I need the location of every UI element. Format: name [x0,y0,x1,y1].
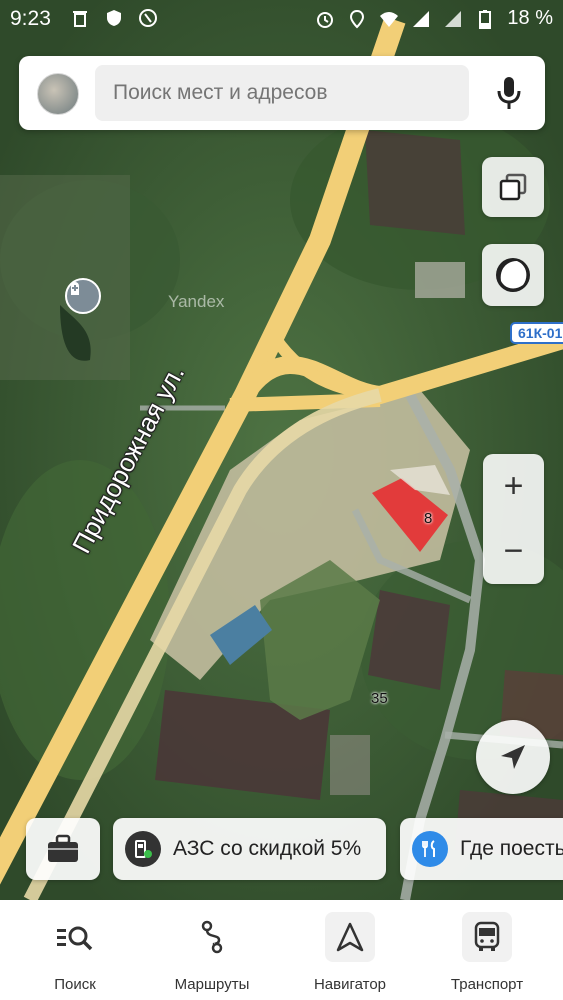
briefcase-icon [48,834,78,862]
wifi-icon [380,11,399,27]
road-number-badge: 61К-01: [510,322,563,344]
tab-label: Транспорт [450,976,524,993]
chip-label: АЗС со скидкой 5% [173,837,362,860]
layers-button[interactable] [482,157,544,217]
shield-icon [107,10,121,26]
gas-station-icon [125,831,161,867]
search-input[interactable] [95,65,469,121]
tab-label: Поиск [54,976,96,993]
chip-where-to-eat[interactable]: Где поесть [400,818,563,880]
signal-icon [445,10,462,27]
my-location-button[interactable] [476,720,550,794]
search-bar [19,56,545,130]
map-mode-button[interactable] [482,244,544,306]
navigator-arrow-icon [325,912,375,962]
zoom-in-button[interactable]: + [483,454,544,519]
house-number-label: 8 [424,510,433,527]
battery-percent: 18 % [507,7,553,29]
signal-icon [413,10,430,27]
search-list-icon [50,912,100,962]
tombstone-icon [71,282,79,295]
circle-mode-icon [496,258,530,292]
tab-search[interactable]: Поиск [15,900,135,1000]
tab-label: Маршруты [174,976,250,993]
tab-label: Навигатор [313,976,387,993]
battery-icon [479,9,492,29]
location-icon [350,9,365,28]
route-icon [187,912,237,962]
fork-knife-icon [412,831,448,867]
status-time: 9:23 [10,7,51,30]
tab-transport[interactable]: Транспорт [427,900,547,1000]
layers-icon [499,173,527,201]
zoom-out-button[interactable]: − [483,519,544,584]
status-bar: 9:23 18 % [0,0,563,38]
microphone-icon[interactable] [495,76,523,110]
location-arrow-icon [501,745,525,769]
zoom-control: + − [483,454,544,584]
avatar[interactable] [37,73,79,115]
alarm-icon [317,11,334,28]
wallet-button[interactable] [26,818,100,880]
tab-routes[interactable]: Маршруты [152,900,272,1000]
quick-chips: АЗС со скидкой 5% Где поесть [0,816,563,882]
house-number-label: 35 [371,690,388,707]
trash-icon [73,11,87,27]
tab-navigator[interactable]: Навигатор [290,900,410,1000]
map-watermark: Yandex [168,292,225,311]
chip-gas-discount[interactable]: АЗС со скидкой 5% [113,818,386,880]
bus-icon [462,912,512,962]
phone-icon [139,9,157,27]
cemetery-poi-marker[interactable] [65,278,101,314]
bottom-tab-bar: Поиск Маршруты Навигатор Транспорт [0,900,563,1000]
chip-label: Где поесть [460,837,563,860]
